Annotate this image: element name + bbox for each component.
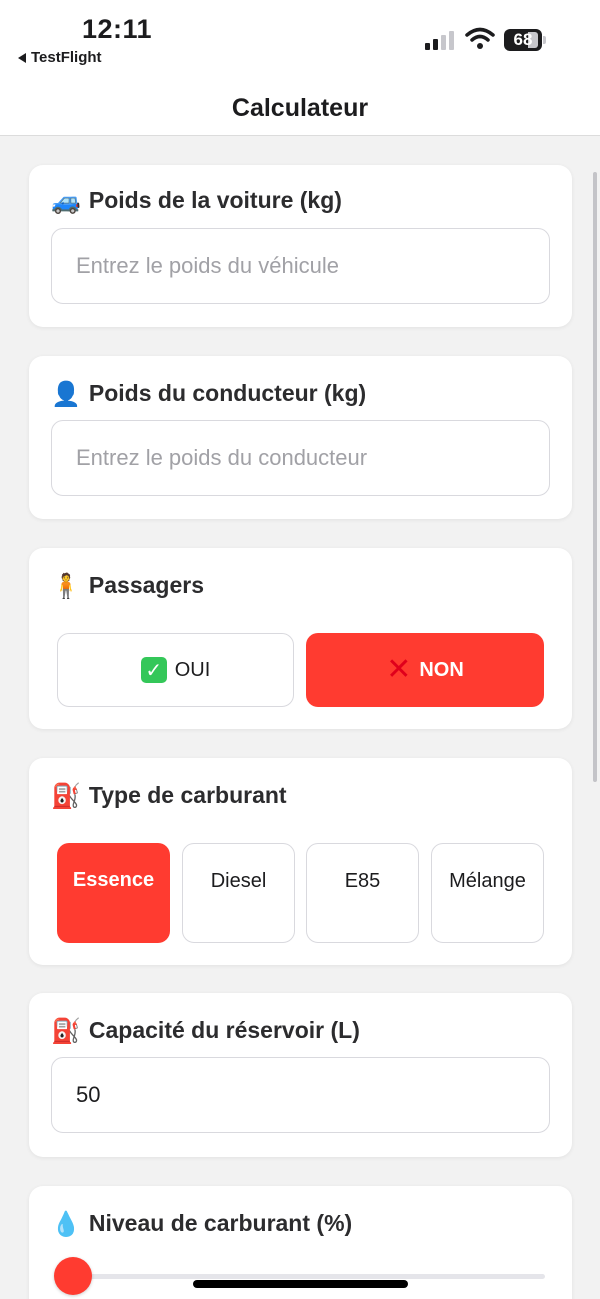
battery-level: 68 (513, 30, 533, 49)
car-weight-card: 🚙 Poids de la voiture (kg) Entrez le poi… (29, 165, 572, 327)
battery-tip (543, 36, 546, 44)
fuel-option-essence[interactable]: Essence (57, 843, 170, 943)
car-weight-heading: 🚙 Poids de la voiture (kg) (51, 187, 342, 214)
tank-capacity-input[interactable]: 50 (51, 1057, 550, 1133)
driver-weight-input[interactable]: Entrez le poids du conducteur (51, 420, 550, 496)
fuel-level-slider-thumb[interactable] (54, 1257, 92, 1295)
driver-weight-card: 👤 Poids du conducteur (kg) Entrez le poi… (29, 356, 572, 519)
back-to-testflight-link[interactable]: TestFlight (18, 49, 102, 66)
driver-weight-label: Poids du conducteur (kg) (88, 380, 367, 406)
fuel-level-label: Niveau de carburant (%) (88, 1210, 353, 1236)
driver-weight-heading: 👤 Poids du conducteur (kg) (51, 380, 366, 407)
car-icon: 🚙 (51, 186, 81, 215)
fuel-type-heading: ⛽ Type de carburant (51, 782, 287, 809)
tank-capacity-card: ⛽ Capacité du réservoir (L) 50 (29, 993, 572, 1157)
back-arrow-icon (18, 52, 26, 63)
person-icon: 👤 (51, 379, 81, 408)
fuel-option-e85[interactable]: E85 (306, 843, 419, 943)
tank-capacity-heading: ⛽ Capacité du réservoir (L) (51, 1017, 360, 1044)
droplet-icon: 💧 (51, 1209, 81, 1238)
car-weight-label: Poids de la voiture (kg) (88, 187, 342, 213)
passengers-yes-button[interactable]: ✓ OUI (57, 633, 294, 707)
standing-person-icon: 🧍 (51, 571, 81, 600)
home-indicator[interactable] (193, 1280, 408, 1288)
cross-mark-icon: ✕ (386, 653, 412, 686)
fuel-pump-icon: ⛽ (51, 1016, 81, 1045)
status-bar: 12:11 TestFlight 68 (0, 0, 600, 80)
passengers-yes-label: OUI (174, 658, 211, 681)
fuel-level-heading: 💧 Niveau de carburant (%) (51, 1210, 352, 1237)
cellular-signal-icon (425, 28, 457, 50)
fuel-type-card: ⛽ Type de carburant Essence Diesel E85 M… (29, 758, 572, 965)
navigation-bar: Calculateur (0, 80, 600, 136)
status-time: 12:11 (82, 14, 153, 44)
passengers-no-label: NON (419, 658, 464, 681)
tank-capacity-label: Capacité du réservoir (L) (88, 1017, 360, 1043)
car-weight-input[interactable]: Entrez le poids du véhicule (51, 228, 550, 304)
page-title: Calculateur (231, 94, 369, 122)
scrollbar[interactable] (593, 172, 597, 782)
back-app-label: TestFlight (31, 49, 102, 66)
fuel-option-diesel[interactable]: Diesel (182, 843, 295, 943)
passengers-heading: 🧍 Passagers (51, 572, 204, 599)
fuel-type-label: Type de carburant (88, 782, 287, 808)
wifi-icon (465, 27, 495, 49)
fuel-option-melange[interactable]: Mélange (431, 843, 544, 943)
passengers-no-button[interactable]: ✕ NON (306, 633, 544, 707)
passengers-label: Passagers (88, 572, 204, 598)
check-mark-icon: ✓ (140, 657, 167, 683)
fuel-level-slider-track[interactable] (55, 1274, 545, 1279)
battery-icon: 68 (504, 29, 542, 51)
fuel-pump-icon: ⛽ (51, 781, 81, 810)
passengers-card: 🧍 Passagers ✓ OUI ✕ NON (29, 548, 572, 729)
